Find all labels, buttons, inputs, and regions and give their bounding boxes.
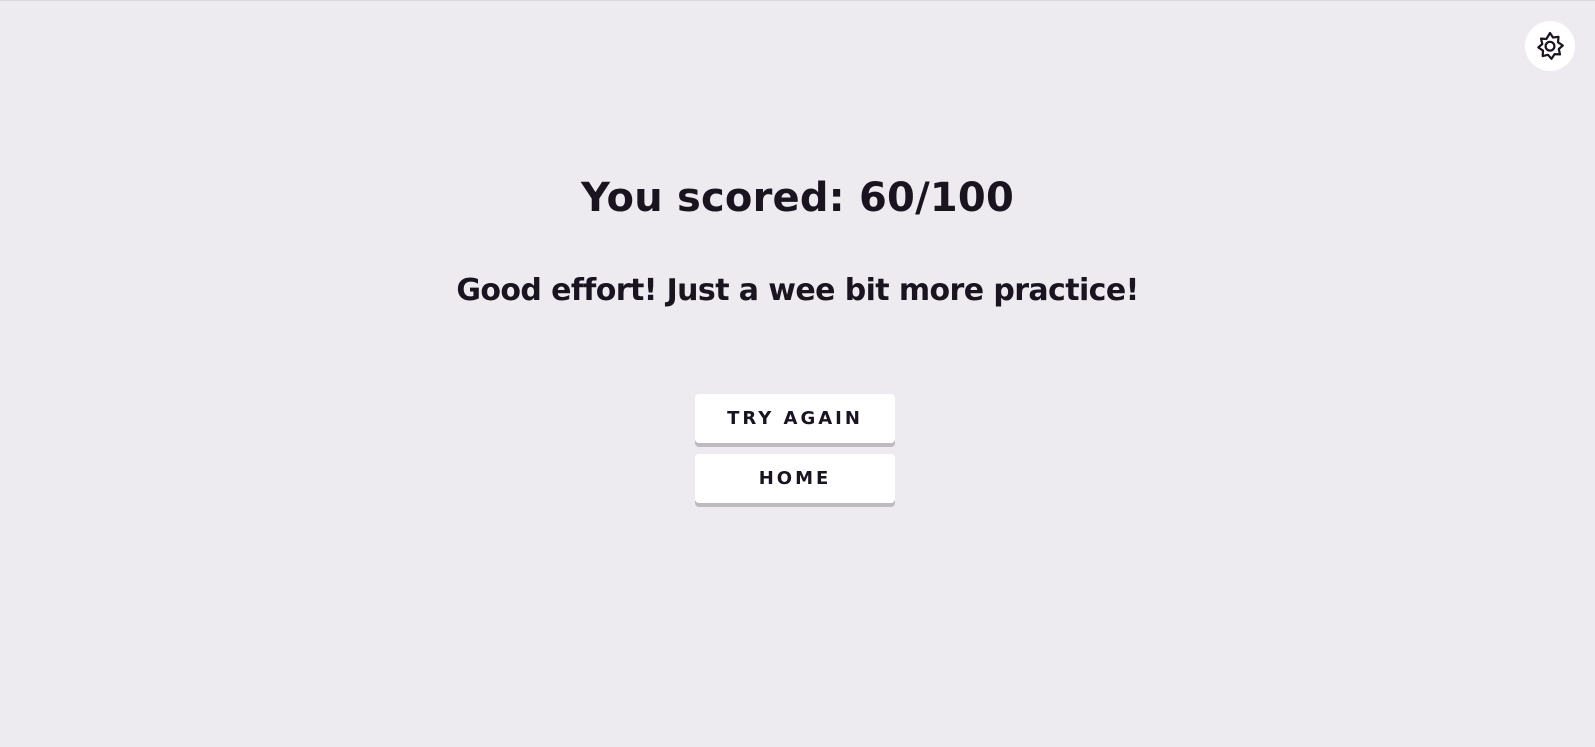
- home-button[interactable]: HOME: [695, 454, 895, 503]
- gear-icon: [1534, 30, 1566, 62]
- feedback-message: Good effort! Just a wee bit more practic…: [456, 273, 1139, 308]
- top-divider: [0, 0, 1595, 1]
- try-again-button[interactable]: TRY AGAIN: [695, 394, 895, 443]
- score-heading: You scored: 60/100: [581, 175, 1014, 221]
- settings-button[interactable]: [1525, 21, 1575, 71]
